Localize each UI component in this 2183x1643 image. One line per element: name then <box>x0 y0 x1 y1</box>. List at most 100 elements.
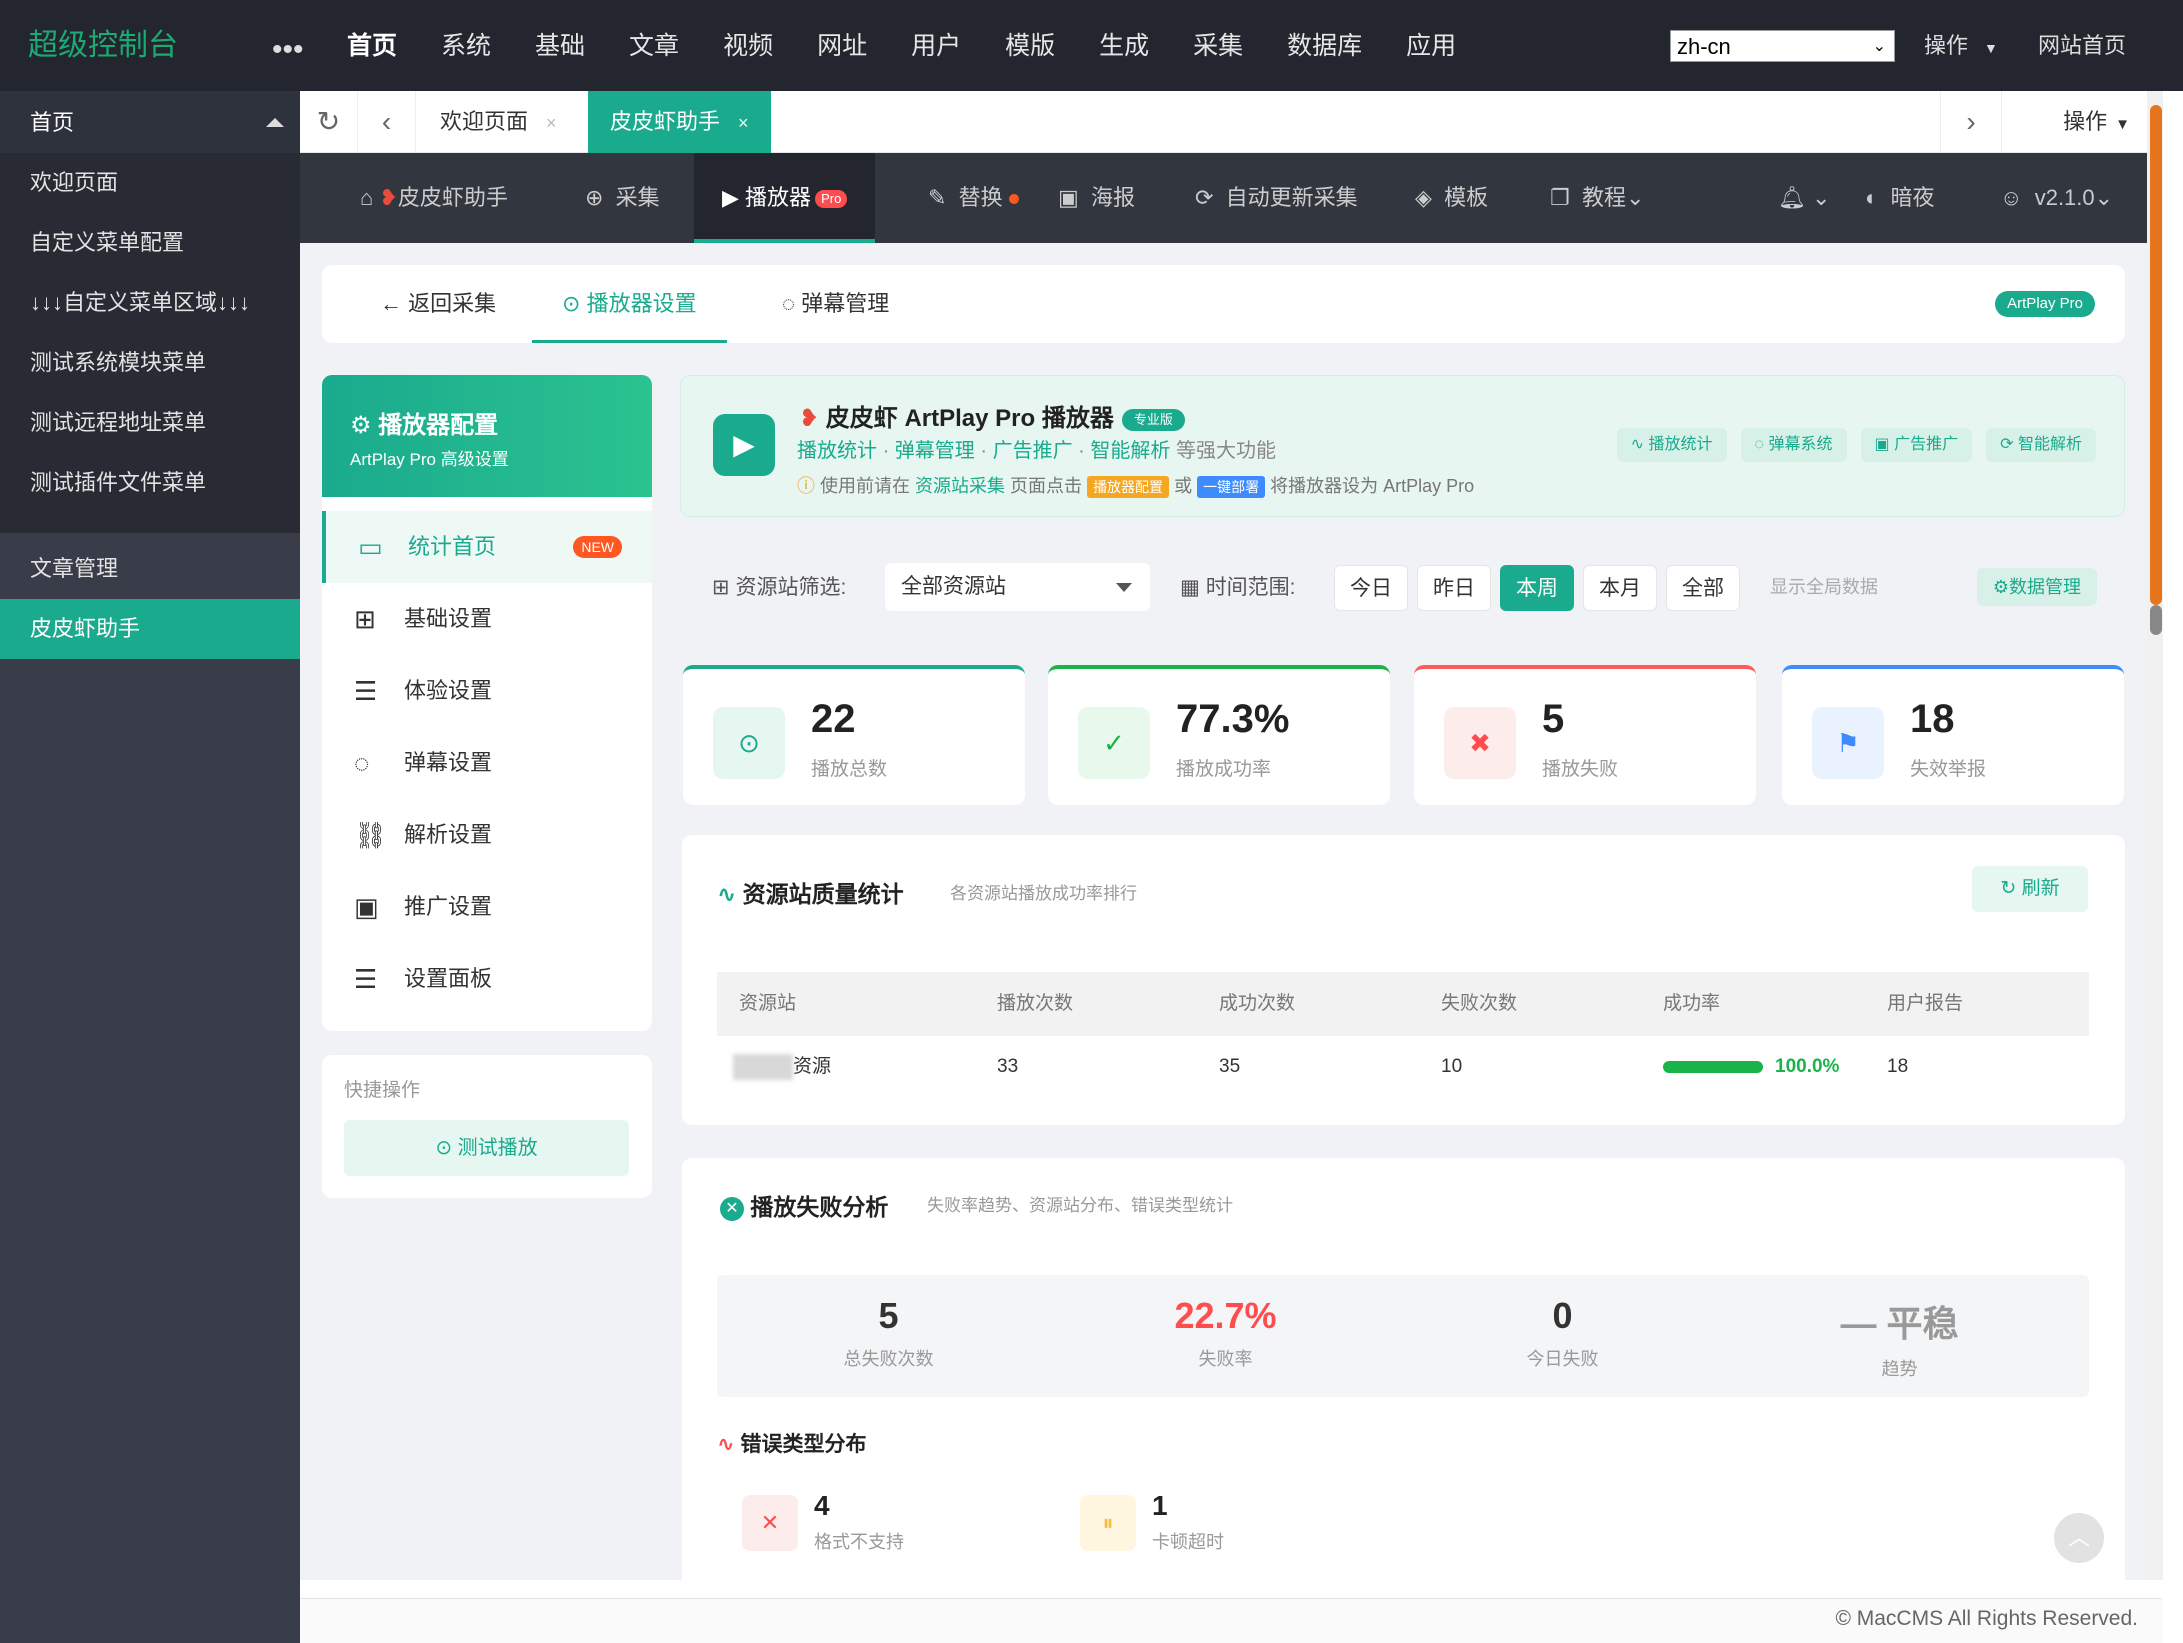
table-row[interactable]: 资源 33 35 10 100.0% 18 <box>717 1036 2089 1098</box>
plugin-nav-player[interactable]: ▶ 播放器 Pro <box>694 153 876 243</box>
artplay-info-banner: ▶ ❥ 皮皮虾 ArtPlay Pro 播放器 专业版 播放统计 · 弹幕管理 ·… <box>680 375 2125 517</box>
sidebar-item-custom-menu[interactable]: 自定义菜单配置 <box>0 213 300 273</box>
play-circle-icon: ⊙ <box>713 707 785 779</box>
book-icon: ❐ <box>1550 185 1570 210</box>
top-nav-basic[interactable]: 基础 <box>513 0 607 91</box>
top-nav-apps[interactable]: 应用 <box>1384 0 1478 91</box>
refresh-icon[interactable]: ↻ <box>300 91 358 153</box>
menu-basic-label: 基础设置 <box>404 606 493 631</box>
chip-danmaku-system[interactable]: ◌ 弹幕系统 <box>1740 428 1847 462</box>
close-icon[interactable]: × <box>546 113 557 133</box>
tab-danmaku-manage[interactable]: ◌ 弹幕管理 <box>782 265 889 343</box>
cell-rate: 100.0% <box>1641 1036 1865 1098</box>
tab-prev-icon[interactable]: ‹ <box>358 91 416 153</box>
tab-next-icon[interactable]: › <box>1940 91 2002 153</box>
range-today[interactable]: 今日 <box>1334 565 1408 611</box>
top-nav-home[interactable]: 首页 <box>325 0 419 91</box>
notification-dot <box>1008 194 1019 205</box>
feature-ads: 广告推广 <box>992 440 1073 462</box>
arrow-left-icon: ← <box>380 291 402 316</box>
resource-collect-link[interactable]: 资源站采集 <box>915 476 1005 496</box>
one-click-deploy-tag: 一键部署 <box>1197 476 1266 498</box>
close-icon[interactable]: × <box>738 113 749 133</box>
plugin-nav-collect[interactable]: ⊕ 采集 <box>585 153 660 243</box>
top-nav-user[interactable]: 用户 <box>889 0 983 91</box>
range-all[interactable]: 全部 <box>1666 565 1740 611</box>
quick-actions-title: 快捷操作 <box>344 1080 421 1101</box>
range-this-week[interactable]: 本周 <box>1500 565 1574 611</box>
pulse-icon: ∿ <box>1630 436 1645 453</box>
top-nav-template[interactable]: 模版 <box>983 0 1077 91</box>
language-select[interactable]: zh-cn ⌄ <box>1670 30 1895 62</box>
plugin-nav-auto-collect[interactable]: ⟳ 自动更新采集 <box>1195 153 1358 243</box>
chevron-down-icon: ⌄ <box>2094 185 2114 210</box>
chip-smart-parse[interactable]: ⟳ 智能解析 <box>1986 428 2096 462</box>
stat-success-rate-value: 77.3% <box>1176 697 1290 741</box>
data-manage-button[interactable]: ⚙数据管理 <box>1976 568 2097 606</box>
scrollbar-thumb[interactable] <box>2150 105 2162 605</box>
sidebar-item-pipixia[interactable]: 皮皮虾助手 <box>0 599 300 659</box>
menu-experience-settings[interactable]: ☰ 体验设置 <box>322 655 652 727</box>
sidebar-group-home[interactable]: 首页 <box>0 91 300 153</box>
back-to-collect-link[interactable]: ← 返回采集 <box>380 265 496 343</box>
top-nav-database[interactable]: 数据库 <box>1265 0 1384 91</box>
top-nav-generate[interactable]: 生成 <box>1077 0 1171 91</box>
menu-promo-settings[interactable]: ▣ 推广设置 <box>322 871 652 943</box>
sidebar-item-articles[interactable]: 文章管理 <box>0 539 300 599</box>
sidebar-item-custom-area[interactable]: ↓↓↓自定义菜单区域↓↓↓ <box>0 273 300 333</box>
bell-icon[interactable]: 🔔︎ ⌄ <box>1778 153 1830 243</box>
test-play-button[interactable]: ⊙ 测试播放 <box>344 1120 629 1176</box>
tab-operations-menu[interactable]: 操作 ▼ <box>2063 91 2130 156</box>
chip-ads[interactable]: ▣ 广告推广 <box>1860 428 1973 462</box>
menu-settings-panel[interactable]: ☰ 设置面板 <box>322 943 652 1015</box>
player-settings-label: 播放器设置 <box>586 291 697 316</box>
chip-parse-label: 智能解析 <box>2017 436 2082 453</box>
sidebar-item-test-remote[interactable]: 测试远程地址菜单 <box>0 393 300 453</box>
play-icon: ▶ <box>722 185 739 210</box>
professional-badge: 专业版 <box>1121 408 1185 431</box>
more-menu-icon[interactable]: ••• <box>272 0 304 100</box>
top-nav-collect[interactable]: 采集 <box>1171 0 1265 91</box>
site-home-link[interactable]: 网站首页 <box>2038 0 2126 91</box>
menu-danmaku-settings[interactable]: ◌ 弹幕设置 <box>322 727 652 799</box>
sidebar-item-test-plugin[interactable]: 测试插件文件菜单 <box>0 453 300 513</box>
summary-total-label: 总失败次数 <box>843 1349 934 1369</box>
feature-more: 等强大功能 <box>1175 440 1276 462</box>
sidebar-item-test-module[interactable]: 测试系统模块菜单 <box>0 333 300 393</box>
menu-basic-settings[interactable]: ⊞ 基础设置 <box>322 583 652 655</box>
plugin-nav-version[interactable]: ☺ v2.1.0⌄ <box>2000 153 2113 243</box>
top-operations-menu[interactable]: 操作 ▼ <box>1924 0 1998 94</box>
plugin-nav-template[interactable]: ◈ 模板 <box>1415 153 1488 243</box>
source-filter-label-text: 资源站筛选: <box>735 576 847 599</box>
menu-parse-settings[interactable]: ⛓ 解析设置 <box>322 799 652 871</box>
plugin-nav-tutorial[interactable]: ❐ 教程⌄ <box>1550 153 1644 243</box>
top-nav-url[interactable]: 网址 <box>795 0 889 91</box>
info-icon: ⓘ <box>797 476 815 496</box>
chip-play-stats[interactable]: ∿ 播放统计 <box>1616 428 1727 462</box>
menu-stats-home[interactable]: ▭ 统计首页 NEW <box>322 511 652 583</box>
source-filter-select[interactable]: 全部资源站 <box>885 563 1150 611</box>
back-label: 返回采集 <box>408 291 497 316</box>
top-nav-article[interactable]: 文章 <box>607 0 701 91</box>
failure-analysis-title-text: 播放失败分析 <box>750 1194 889 1220</box>
show-global-data-toggle[interactable]: 显示全局数据 <box>1770 545 1878 630</box>
plugin-nav-home[interactable]: ⌂ ❥皮皮虾助手 <box>360 153 508 243</box>
range-yesterday[interactable]: 昨日 <box>1417 565 1491 611</box>
app-logo[interactable]: 超级控制台 <box>28 0 178 91</box>
error-stall-value: 1 <box>1152 1490 1168 1521</box>
info-title: ❥ 皮皮虾 ArtPlay Pro 播放器 专业版 <box>799 398 1185 433</box>
refresh-button[interactable]: ↻ 刷新 <box>1972 866 2088 912</box>
tab-player-settings[interactable]: ⊙ 播放器设置 <box>532 265 727 343</box>
top-nav-system[interactable]: 系统 <box>419 0 513 91</box>
tab-welcome[interactable]: 欢迎页面 × <box>418 91 579 153</box>
plugin-nav-poster[interactable]: ▣ 海报 <box>1058 153 1135 243</box>
back-to-top-button[interactable]: ︿ <box>2054 1513 2104 1563</box>
plugin-nav-replace[interactable]: ✎ 替换 <box>928 153 1019 243</box>
top-nav-video[interactable]: 视频 <box>701 0 795 91</box>
sidebar-item-welcome[interactable]: 欢迎页面 <box>0 153 300 213</box>
range-this-month[interactable]: 本月 <box>1583 565 1657 611</box>
tab-pipixia[interactable]: 皮皮虾助手 × <box>588 91 771 153</box>
user-icon: ☺ <box>2000 185 2023 210</box>
plugin-nav-night[interactable]: ◐ 暗夜 <box>1865 153 1935 243</box>
scrollbar[interactable] <box>2147 91 2163 1580</box>
